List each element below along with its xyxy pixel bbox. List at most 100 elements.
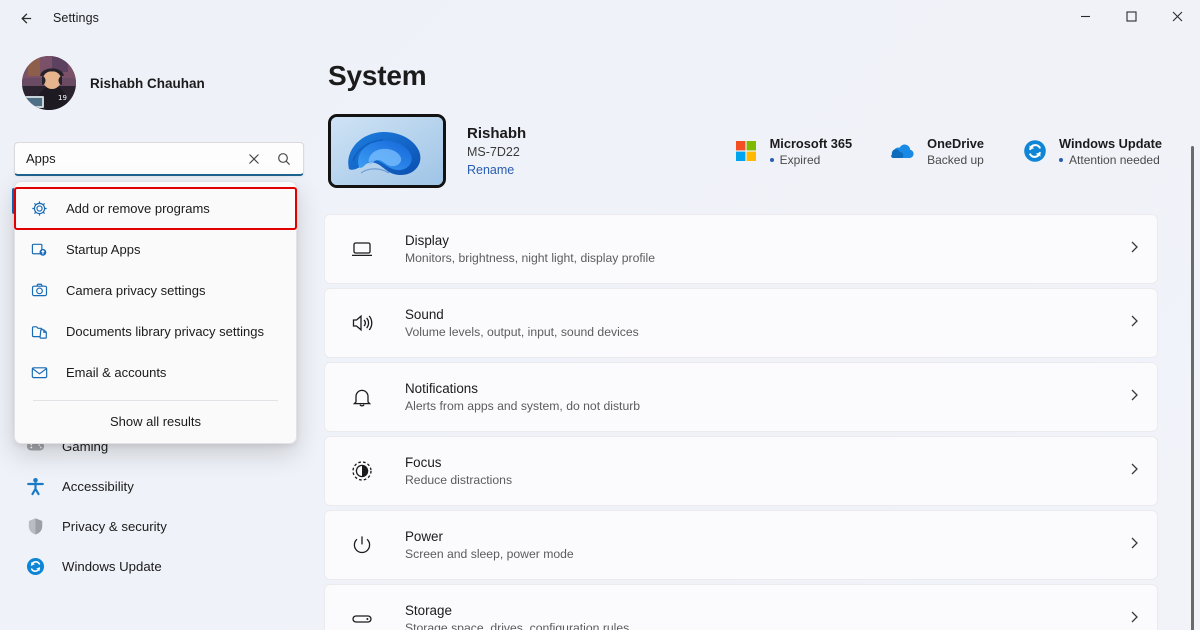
search-results-dropdown: Add or remove programs Startup Apps Came… — [14, 181, 297, 444]
device-thumbnail — [328, 114, 446, 188]
settings-row-title: Sound — [405, 307, 444, 322]
maximize-button[interactable] — [1108, 0, 1154, 32]
settings-row-title: Display — [405, 233, 449, 248]
camera-icon — [29, 281, 49, 301]
power-icon — [347, 533, 377, 557]
search-result-email-and-accounts[interactable]: Email & accounts — [15, 352, 296, 393]
settings-row-display[interactable]: Display Monitors, brightness, night ligh… — [324, 214, 1158, 284]
maximize-icon — [1125, 10, 1137, 22]
sidebar: 19 Rishabh Chauhan Apps Add or remove pr… — [0, 36, 320, 630]
windows-bloom-wallpaper-icon — [331, 117, 443, 185]
chevron-right-icon — [1127, 314, 1141, 333]
microsoft-logo-icon — [733, 138, 759, 164]
status-card-status: Expired — [769, 152, 853, 167]
avatar: 19 — [22, 56, 76, 110]
startup-apps-icon — [29, 240, 49, 260]
back-button[interactable] — [8, 4, 42, 32]
account-section[interactable]: 19 Rishabh Chauhan — [0, 42, 320, 110]
settings-row-sound[interactable]: Sound Volume levels, output, input, soun… — [324, 288, 1158, 358]
chevron-right-icon — [1127, 462, 1141, 481]
focus-icon — [347, 459, 377, 483]
speaker-icon — [347, 311, 377, 335]
search-input[interactable] — [15, 143, 239, 174]
sidebar-item-label: Privacy & security — [62, 518, 167, 534]
settings-window: Settings 19 Rishabh Chauhan Apps Add or … — [0, 0, 1200, 630]
back-arrow-icon — [20, 12, 31, 24]
settings-row-power[interactable]: Power Screen and sleep, power mode — [324, 510, 1158, 580]
search-result-camera-privacy-settings[interactable]: Camera privacy settings — [15, 270, 296, 311]
settings-row-storage[interactable]: Storage Storage space, drives, configura… — [324, 584, 1158, 630]
gear-icon — [29, 199, 49, 219]
search-result-label: Add or remove programs — [66, 201, 210, 216]
search-result-add-or-remove-programs[interactable]: Add or remove programs — [14, 187, 297, 230]
settings-row-notifications[interactable]: Notifications Alerts from apps and syste… — [324, 362, 1158, 432]
main-content: System Rishabh MS-7D22 Rename Microsoft … — [320, 36, 1200, 630]
search-result-startup-apps[interactable]: Startup Apps — [15, 229, 296, 270]
status-card-title: Microsoft 365 — [769, 135, 853, 151]
status-card-status: Backed up — [927, 153, 984, 167]
rename-link[interactable]: Rename — [467, 163, 526, 177]
settings-row-subtitle: Monitors, brightness, night light, displ… — [405, 251, 655, 265]
accessibility-icon — [24, 477, 46, 496]
status-card-status: Attention needed — [1059, 153, 1162, 167]
status-card-microsoft-365[interactable]: Microsoft 365 Expired — [733, 135, 853, 167]
svg-text:19: 19 — [58, 94, 67, 102]
status-card-status-label: Expired — [779, 152, 821, 167]
status-dot-icon — [769, 157, 774, 162]
user-avatar-illustration-icon: 19 — [22, 56, 76, 110]
settings-row-subtitle: Volume levels, output, input, sound devi… — [405, 325, 639, 339]
status-card-status-label: Backed up — [927, 152, 984, 167]
search-result-label: Camera privacy settings — [66, 283, 206, 298]
device-model: MS-7D22 — [467, 145, 520, 159]
chevron-right-icon — [1127, 536, 1141, 555]
search-result-label: Startup Apps — [66, 242, 141, 257]
bell-icon — [347, 385, 377, 409]
storage-icon — [347, 607, 377, 630]
settings-row-subtitle: Storage space, drives, configuration rul… — [405, 621, 630, 630]
sidebar-item-label: Windows Update — [62, 558, 162, 574]
close-icon — [249, 153, 259, 164]
minimize-icon — [1080, 15, 1090, 17]
chevron-right-icon — [1127, 610, 1141, 629]
search-result-documents-library-privacy-settings[interactable]: Documents library privacy settings — [15, 311, 296, 352]
settings-row-focus[interactable]: Focus Reduce distractions — [324, 436, 1158, 506]
settings-row-title: Storage — [405, 603, 452, 618]
sidebar-item-accessibility[interactable]: Accessibility — [12, 466, 310, 506]
status-card-windows-update[interactable]: Windows Update Attention needed — [1022, 136, 1162, 167]
search-box[interactable] — [14, 142, 304, 176]
chevron-right-icon — [1127, 388, 1141, 407]
display-icon — [347, 237, 377, 261]
settings-row-subtitle: Screen and sleep, power mode — [405, 547, 574, 561]
close-icon — [1172, 11, 1182, 21]
device-banner: Rishabh MS-7D22 Rename Microsoft 365 Exp… — [324, 114, 1176, 188]
window-controls — [1062, 0, 1200, 36]
show-all-results-button[interactable]: Show all results — [15, 401, 296, 439]
status-card-onedrive[interactable]: OneDrive Backed up — [890, 136, 984, 167]
sidebar-item-privacy-and-security[interactable]: Privacy & security — [12, 506, 310, 546]
page-title: System — [328, 60, 427, 91]
vertical-scrollbar[interactable] — [1191, 146, 1194, 630]
status-cards: Microsoft 365 Expired OneDrive Backed up… — [733, 136, 1176, 167]
window-title: Settings — [53, 11, 99, 25]
search-icon — [278, 152, 291, 165]
search-section — [14, 142, 304, 176]
search-submit-button[interactable] — [269, 144, 299, 174]
settings-row-title: Power — [405, 529, 443, 544]
sidebar-item-windows-update[interactable]: Windows Update — [12, 546, 310, 586]
settings-row-subtitle: Alerts from apps and system, do not dist… — [405, 399, 641, 413]
onedrive-icon — [890, 138, 916, 164]
windows-update-icon — [24, 557, 46, 576]
status-dot-icon — [1059, 157, 1064, 162]
search-result-label: Email & accounts — [66, 365, 167, 380]
status-card-title: OneDrive — [927, 135, 985, 151]
minimize-button[interactable] — [1062, 0, 1108, 32]
search-clear-button[interactable] — [239, 144, 269, 174]
status-card-status-label: Attention needed — [1069, 152, 1160, 167]
windows-update-icon — [1022, 138, 1048, 164]
close-button[interactable] — [1154, 0, 1200, 32]
settings-row-title: Focus — [405, 455, 442, 470]
device-meta: Rishabh MS-7D22 Rename — [467, 125, 526, 177]
documents-icon — [29, 322, 49, 342]
settings-list: Display Monitors, brightness, night ligh… — [324, 214, 1176, 630]
search-result-label: Documents library privacy settings — [66, 324, 264, 339]
